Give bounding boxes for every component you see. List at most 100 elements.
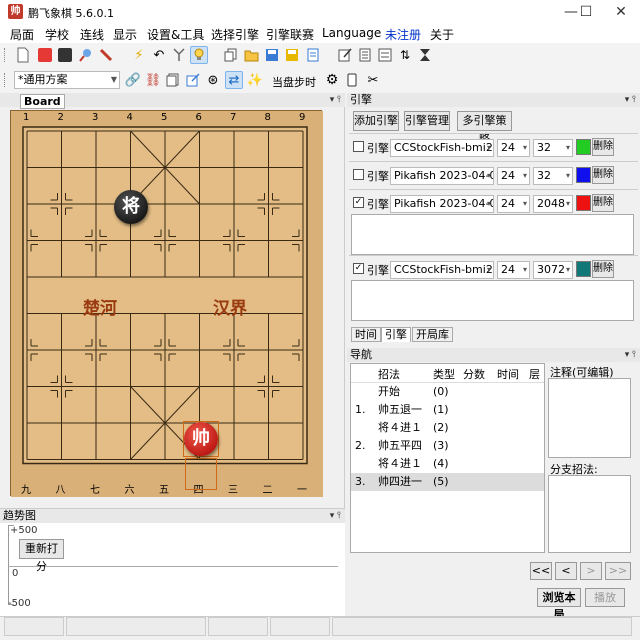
black-king-piece[interactable]: 将 <box>114 190 148 224</box>
add-engine-button[interactable]: 添加引擎 <box>353 111 399 131</box>
engine-threads-select[interactable]: 24 ▾ <box>497 261 530 279</box>
swap-icon[interactable]: ⇄ <box>225 71 243 89</box>
flash-icon[interactable]: ⚡ <box>130 46 148 64</box>
sparkle-icon[interactable]: ✨ <box>246 71 264 89</box>
menu-select-engine[interactable]: 选择引擎 <box>211 26 259 43</box>
move-row[interactable]: 开始 (0) <box>351 383 544 401</box>
undo-icon[interactable]: ↶ <box>150 46 168 64</box>
list-icon[interactable] <box>376 46 394 64</box>
copy-icon[interactable] <box>222 46 240 64</box>
last-move-button[interactable]: >> <box>605 562 631 580</box>
move-row[interactable]: 1. 帅五退一 (1) <box>351 401 544 419</box>
new-file-icon[interactable] <box>14 46 32 64</box>
prev-move-button[interactable]: < <box>555 562 577 580</box>
engine-enable-checkbox[interactable]: ✓ <box>353 197 364 208</box>
engine-threads-value: 24 <box>501 263 515 276</box>
export-icon[interactable] <box>304 46 322 64</box>
engine-hash-select[interactable]: 32 ▾ <box>533 139 573 157</box>
delete-engine-button[interactable]: 删除 <box>592 260 614 278</box>
tools-icon[interactable]: ✂ <box>364 71 382 89</box>
move-list[interactable]: 招法 类型 分数 时间 层 开始 (0) 1. 帅五退一 (1) 将４进１ (2… <box>350 363 545 553</box>
engine-threads-select[interactable]: 24 ▾ <box>497 195 530 213</box>
engine-output-area[interactable] <box>351 280 634 321</box>
edit-pencil-icon[interactable] <box>184 71 202 89</box>
engine-color-swatch[interactable] <box>576 167 591 183</box>
engine-hash-select[interactable]: 3072 ▾ <box>533 261 573 279</box>
search-icon[interactable] <box>77 46 95 64</box>
branch-moves-list[interactable] <box>548 475 631 553</box>
move-row[interactable]: 2. 帅五平四 (3) <box>351 437 544 455</box>
move-row[interactable]: 将４进１ (2) <box>351 419 544 437</box>
engine-name-select[interactable]: CCStockFish-bmi2 ▾ <box>390 139 494 157</box>
open-folder-icon[interactable] <box>242 46 260 64</box>
engine-output-area[interactable] <box>351 214 634 255</box>
engine-hash-select[interactable]: 32 ▾ <box>533 167 573 185</box>
document-icon[interactable] <box>356 46 374 64</box>
engine-enable-checkbox[interactable] <box>353 141 364 152</box>
save-as-icon[interactable] <box>283 46 301 64</box>
chess-board[interactable] <box>10 110 323 497</box>
comment-textarea[interactable] <box>548 378 631 458</box>
delete-engine-button[interactable]: 删除 <box>592 138 614 156</box>
engine-color-swatch[interactable] <box>576 139 591 155</box>
menu-engine-league[interactable]: 引擎联赛 <box>266 26 314 43</box>
tab-time[interactable]: 时间 <box>351 327 381 342</box>
panel-float-icon[interactable]: ▾ ⫯ <box>625 93 636 107</box>
play-button[interactable]: 播放 <box>585 588 625 607</box>
engine-label: 引擎 <box>367 264 389 277</box>
engine-name-select[interactable]: CCStockFish-bmi2 ▾ <box>390 261 494 279</box>
engine-enable-checkbox[interactable] <box>353 169 364 180</box>
rescore-button[interactable]: 重新打分 <box>19 539 64 573</box>
hint-bulb-icon[interactable] <box>190 46 208 64</box>
tab-engine[interactable]: 引擎 <box>381 327 411 342</box>
panel-float-icon[interactable]: ▾ ⫯ <box>625 348 636 362</box>
tab-opening-book[interactable]: 开局库 <box>412 327 453 342</box>
branch-icon[interactable] <box>170 46 188 64</box>
red-square-icon[interactable] <box>36 46 54 64</box>
menu-connect[interactable]: 连线 <box>80 26 104 43</box>
engine-color-swatch[interactable] <box>576 195 591 211</box>
engine-color-swatch[interactable] <box>576 261 591 277</box>
brush-icon[interactable] <box>97 46 115 64</box>
menu-school[interactable]: 学校 <box>45 26 69 43</box>
save-icon[interactable] <box>263 46 281 64</box>
edit-icon[interactable] <box>336 46 354 64</box>
close-button[interactable]: ✕ <box>598 0 640 24</box>
mobile-icon[interactable] <box>343 71 361 89</box>
delete-engine-button[interactable]: 删除 <box>592 166 614 184</box>
file-label: 二 <box>262 485 273 496</box>
menu-display[interactable]: 显示 <box>113 26 137 43</box>
red-king-piece[interactable]: 帅 <box>184 422 218 456</box>
black-square-icon[interactable] <box>56 46 74 64</box>
delete-engine-button[interactable]: 删除 <box>592 194 614 212</box>
tab-board[interactable]: Board <box>20 94 65 109</box>
browse-game-button[interactable]: 浏览本局 <box>537 588 581 621</box>
file-copy-icon[interactable] <box>164 71 182 89</box>
menu-unregistered[interactable]: 未注册 <box>385 26 421 43</box>
panel-float-icon[interactable]: ▾ ⫯ <box>330 93 341 107</box>
menu-settings-tools[interactable]: 设置&工具 <box>147 26 204 43</box>
gear-icon[interactable]: ⚙ <box>323 71 341 89</box>
scheme-select[interactable]: *通用方案 ▼ <box>14 71 120 89</box>
move-row[interactable]: 将４进１ (4) <box>351 455 544 473</box>
engine-threads-select[interactable]: 24 ▾ <box>497 167 530 185</box>
target-icon[interactable]: ⊛ <box>204 71 222 89</box>
engine-name-select[interactable]: Pikafish 2023-04-0 ▾ <box>390 195 494 213</box>
link-icon[interactable]: 🔗 <box>124 71 142 89</box>
chain-icon[interactable]: ⛓ <box>144 71 162 89</box>
first-move-button[interactable]: << <box>530 562 552 580</box>
menu-about[interactable]: 关于 <box>430 26 454 43</box>
menu-position[interactable]: 局面 <box>10 26 34 43</box>
next-move-button[interactable]: > <box>580 562 602 580</box>
swap-arrows-icon[interactable]: ⇅ <box>396 46 414 64</box>
move-row-selected[interactable]: 3. 帅四进一 (5) <box>351 473 544 491</box>
engine-name-select[interactable]: Pikafish 2023-04-0 ▾ <box>390 167 494 185</box>
hourglass-icon[interactable] <box>416 46 434 64</box>
panel-float-icon[interactable]: ▾ ⫯ <box>330 509 341 523</box>
engine-manage-button[interactable]: 引擎管理 <box>404 111 450 131</box>
menu-language[interactable]: Language <box>322 26 381 40</box>
engine-hash-select[interactable]: 2048 ▾ <box>533 195 573 213</box>
multi-engine-strategy-button[interactable]: 多引擎策略 <box>457 111 512 145</box>
engine-enable-checkbox[interactable]: ✓ <box>353 263 364 274</box>
engine-threads-select[interactable]: 24 ▾ <box>497 139 530 157</box>
